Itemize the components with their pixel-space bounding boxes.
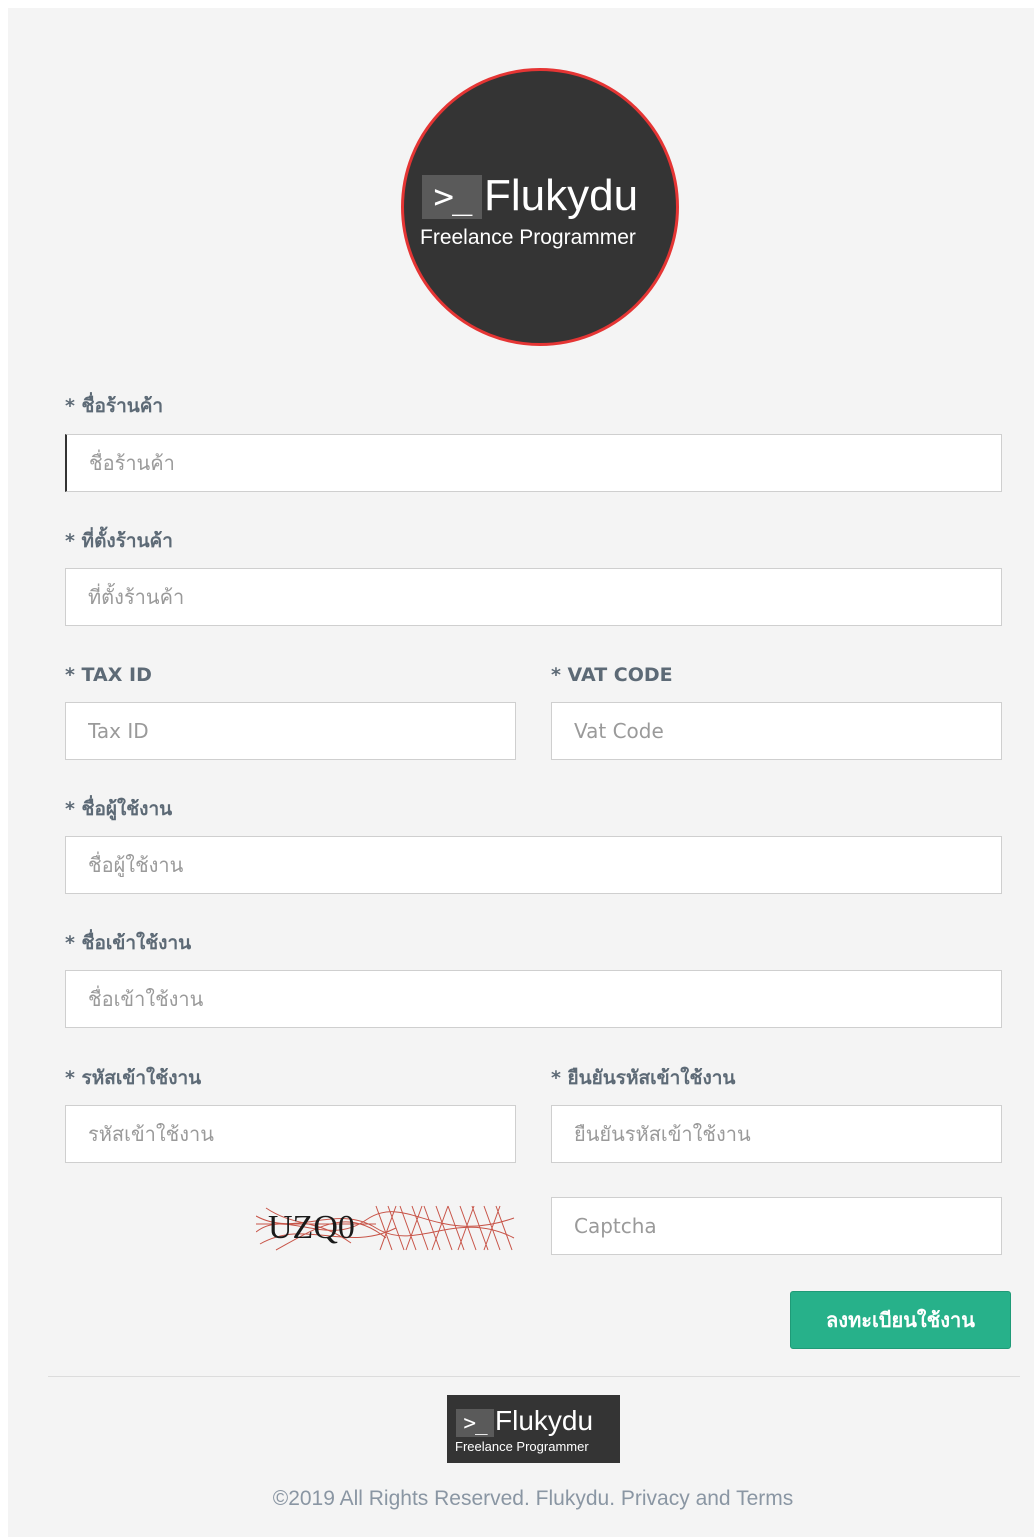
confirm-password-label: * ยืนยันรหัสเข้าใช้งาน <box>551 1067 736 1089</box>
terms-link[interactable]: Terms <box>736 1487 793 1510</box>
password-label: * รหัสเข้าใช้งาน <box>65 1067 202 1089</box>
vat-code-label: * VAT CODE <box>551 664 673 686</box>
privacy-link[interactable]: Privacy <box>621 1487 690 1510</box>
captcha-image: UZQ0 <box>256 1205 515 1251</box>
tax-id-input[interactable] <box>65 702 516 760</box>
logo-tagline: Freelance Programmer <box>420 226 636 249</box>
logo-brand-name: Flukydu <box>484 171 639 220</box>
confirm-password-input[interactable] <box>551 1105 1002 1163</box>
tax-id-label: * TAX ID <box>65 664 152 686</box>
captcha-text: UZQ0 <box>268 1209 355 1246</box>
footer-logo-tagline: Freelance Programmer <box>455 1439 589 1454</box>
terminal-prompt-icon: >_ <box>422 175 482 219</box>
vat-code-input[interactable] <box>551 702 1002 760</box>
password-input[interactable] <box>65 1105 516 1163</box>
display-name-input[interactable] <box>65 836 1002 894</box>
registration-panel: >_ Flukydu Freelance Programmer * ชื่อร้… <box>8 8 1034 1537</box>
brand-logo: >_ Flukydu Freelance Programmer <box>401 68 679 346</box>
terminal-prompt-icon: >_ <box>456 1409 494 1437</box>
copyright-line: ©2019 All Rights Reserved. Flukydu. Priv… <box>8 1486 1034 1512</box>
shop-location-label: * ที่ตั้งร้านค้า <box>65 530 173 552</box>
and-text: and <box>695 1487 731 1510</box>
footer-divider <box>48 1376 1020 1377</box>
login-name-input[interactable] <box>65 970 1002 1028</box>
footer-logo: >_ Flukydu Freelance Programmer <box>447 1395 620 1463</box>
register-button[interactable]: ลงทะเบียนใช้งาน <box>790 1291 1011 1349</box>
footer-logo-name: Flukydu <box>495 1405 594 1436</box>
captcha-input[interactable] <box>551 1197 1002 1255</box>
shop-location-input[interactable] <box>65 568 1002 626</box>
shop-name-label: * ชื่อร้านค้า <box>65 395 164 417</box>
shop-name-input[interactable] <box>65 434 1002 492</box>
copyright-text: ©2019 All Rights Reserved. Flukydu. <box>272 1487 616 1510</box>
login-name-label: * ชื่อเข้าใช้งาน <box>65 932 192 954</box>
display-name-label: * ชื่อผู้ใช้งาน <box>65 798 173 820</box>
